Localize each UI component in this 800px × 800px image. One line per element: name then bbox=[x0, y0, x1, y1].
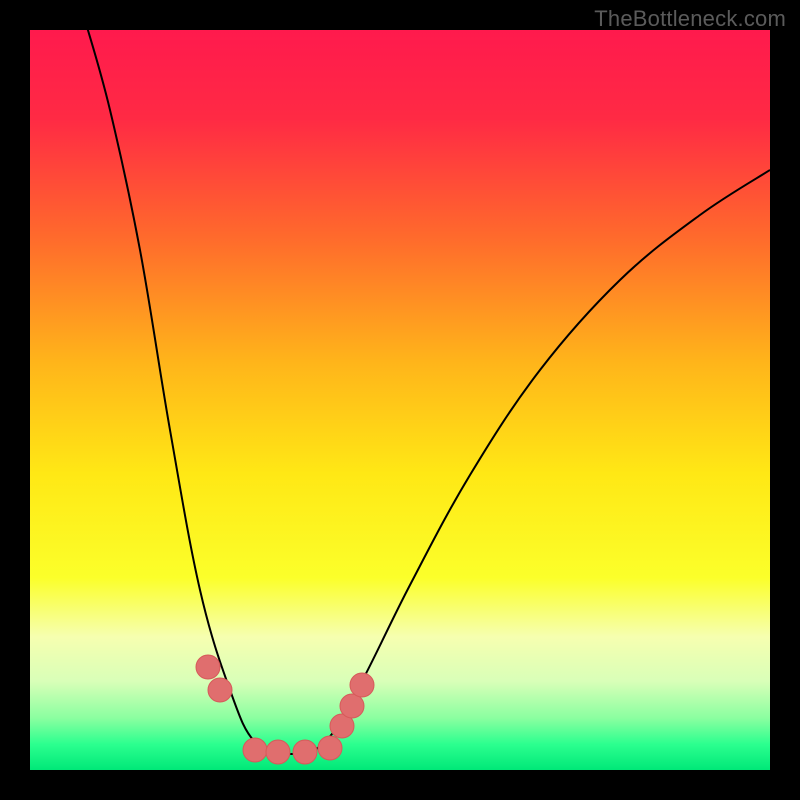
chart-frame: TheBottleneck.com bbox=[0, 0, 800, 800]
data-point bbox=[340, 694, 364, 718]
data-point bbox=[208, 678, 232, 702]
data-point bbox=[266, 740, 290, 764]
plot-area bbox=[30, 30, 770, 770]
data-point bbox=[196, 655, 220, 679]
data-point bbox=[350, 673, 374, 697]
curve-layer bbox=[30, 30, 770, 770]
data-point bbox=[293, 740, 317, 764]
data-point bbox=[243, 738, 267, 762]
bottleneck-curve bbox=[85, 30, 770, 754]
data-point bbox=[318, 736, 342, 760]
watermark-text: TheBottleneck.com bbox=[594, 6, 786, 32]
